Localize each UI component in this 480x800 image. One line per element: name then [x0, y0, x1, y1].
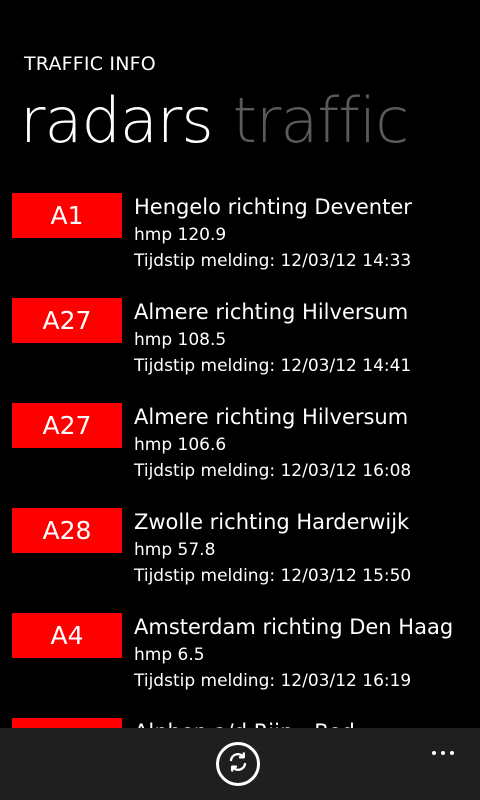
report-time-text: Tijdstip melding: 12/03/12 16:08 — [134, 461, 412, 481]
road-badge: A27 — [12, 298, 122, 343]
road-badge: A1 — [12, 193, 122, 238]
list-item[interactable]: A27 Almere richting Hilversum hmp 108.5 … — [0, 297, 480, 402]
more-icon[interactable] — [432, 740, 460, 755]
pivot-tab-traffic[interactable]: traffic — [233, 84, 410, 157]
pivot-header: radars traffic — [20, 84, 428, 157]
hmp-text: hmp 57.8 — [134, 540, 216, 560]
route-text: Almere richting Hilversum — [134, 300, 409, 324]
road-badge — [12, 718, 122, 728]
list-item[interactable]: A1 Hengelo richting Deventer hmp 120.9 T… — [0, 192, 480, 297]
hmp-text: hmp 108.5 — [134, 330, 227, 350]
refresh-button[interactable] — [216, 742, 260, 786]
route-text: Almere richting Hilversum — [134, 405, 409, 429]
application-bar — [0, 728, 480, 800]
route-text: Alphen a/d Rijn - Bod... — [134, 717, 474, 728]
hmp-text: hmp 120.9 — [134, 225, 227, 245]
app-title: TRAFFIC INFO — [24, 53, 156, 75]
refresh-icon — [226, 750, 250, 778]
hmp-text: hmp 6.5 — [134, 645, 205, 665]
route-text: Zwolle richting Harderwijk — [134, 510, 410, 534]
list-item[interactable]: A4 Amsterdam richting Den Haag hmp 6.5 T… — [0, 612, 480, 717]
report-time-text: Tijdstip melding: 12/03/12 14:33 — [134, 251, 412, 271]
list-item[interactable]: A27 Almere richting Hilversum hmp 106.6 … — [0, 402, 480, 507]
list-item[interactable]: Alphen a/d Rijn - Bod... — [0, 717, 480, 728]
road-badge: A4 — [12, 613, 122, 658]
pivot-tab-radars[interactable]: radars — [20, 84, 214, 157]
report-time-text: Tijdstip melding: 12/03/12 16:19 — [134, 671, 412, 691]
route-text: Hengelo richting Deventer — [134, 195, 412, 219]
road-badge: A28 — [12, 508, 122, 553]
hmp-text: hmp 106.6 — [134, 435, 227, 455]
radar-list[interactable]: A1 Hengelo richting Deventer hmp 120.9 T… — [0, 192, 480, 728]
report-time-text: Tijdstip melding: 12/03/12 15:50 — [134, 566, 412, 586]
report-time-text: Tijdstip melding: 12/03/12 14:41 — [134, 356, 412, 376]
road-badge: A27 — [12, 403, 122, 448]
route-text: Amsterdam richting Den Haag — [134, 615, 454, 639]
list-item[interactable]: A28 Zwolle richting Harderwijk hmp 57.8 … — [0, 507, 480, 612]
